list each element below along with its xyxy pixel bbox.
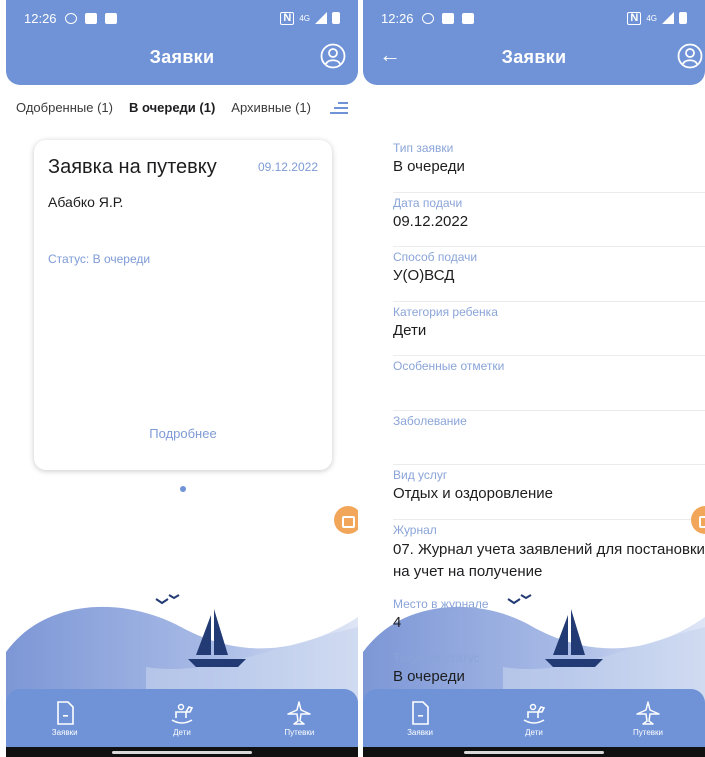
image-status-icon (104, 12, 117, 24)
status-bar: 12:26 N 4G (381, 9, 687, 27)
page-title: Заявки (149, 47, 215, 67)
network-type: 4G (299, 13, 310, 23)
signal-icon (662, 12, 674, 24)
applications-list-screen: 12:26 N 4G Заявки Одобренные (1) В очере… (6, 0, 358, 757)
airplane-icon (287, 700, 312, 725)
nav-label: Путевки (633, 727, 663, 737)
field-label: Заболевание (393, 413, 467, 428)
field-value: 4 (393, 613, 402, 631)
bottom-navigation: Заявки Дети Путевки (363, 689, 705, 747)
field-special-notes: Особенные отметки (393, 356, 705, 411)
nfc-icon: N (280, 11, 295, 25)
nav-label: Заявки (407, 727, 433, 737)
status-time: 12:26 (381, 10, 414, 26)
nav-applications[interactable]: Заявки (20, 700, 110, 737)
card-title: Заявка на путевку (48, 156, 217, 178)
shield-status-icon (421, 12, 434, 24)
nav-label: Путевки (284, 727, 315, 737)
details-list: Тип заявки В очереди Дата подачи 09.12.2… (393, 138, 705, 703)
video-status-icon (84, 12, 97, 24)
field-value: В очереди (393, 158, 465, 175)
profile-icon[interactable] (677, 43, 703, 69)
bottom-navigation: Заявки Дети Путевки (6, 689, 358, 747)
signal-icon (315, 12, 327, 24)
field-label: Способ подачи (393, 250, 478, 264)
floating-chat-button[interactable] (334, 506, 358, 534)
field-submission-method: Способ подачи У(О)ВСД (393, 247, 705, 302)
field-service-type: Вид услуг Отдых и оздоровление (393, 465, 705, 520)
field-request-type: Тип заявки В очереди (393, 138, 705, 193)
field-value: Отдых и оздоровление (393, 485, 554, 502)
field-child-category: Категория ребенка Дети (393, 302, 705, 356)
rocking-horse-icon (171, 703, 194, 724)
nav-children[interactable]: Дети (137, 700, 227, 737)
pager-dot (180, 486, 186, 492)
field-submission-date: Дата подачи 09.12.2022 (393, 193, 705, 247)
field-label: Особенные отметки (393, 359, 505, 373)
nav-vouchers[interactable]: Путевки (254, 700, 344, 737)
app-header: 12:26 N 4G Заявки (6, 0, 358, 85)
home-indicator[interactable] (112, 751, 252, 754)
applicant-name: Абабко Я.Р. (48, 194, 124, 210)
document-icon (412, 700, 429, 725)
application-details-screen: 12:26 N 4G ← Заявки Тип заявки В очереди… (363, 0, 705, 757)
application-card[interactable]: Заявка на путевку 09.12.2022 Абабко Я.Р.… (34, 140, 332, 470)
app-header: 12:26 N 4G ← Заявки (363, 0, 705, 85)
nav-label: Заявки (51, 727, 78, 737)
field-value: В очереди (393, 668, 465, 685)
battery-icon (332, 12, 340, 24)
field-label: Текущий статус (393, 651, 480, 665)
card-status: Статус: В очереди (48, 252, 151, 266)
nav-children[interactable]: Дети (489, 700, 579, 737)
field-label: Категория ребенка (393, 304, 498, 319)
nav-label: Дети (173, 727, 191, 737)
nav-vouchers[interactable]: Путевки (603, 700, 693, 737)
document-icon (56, 700, 74, 725)
field-journal-position: Место в журнале 4 (393, 594, 705, 649)
field-label: Вид услуг (393, 468, 448, 482)
status-tabs: Одобренные (1) В очереди (1) Архивные (1… (16, 100, 348, 115)
system-nav-bar (6, 747, 358, 757)
status-time: 12:26 (24, 10, 57, 26)
field-value: У(О)ВСД (393, 267, 455, 284)
field-journal: Журнал 07. Журнал учета заявлений для по… (393, 520, 705, 594)
tab-archived[interactable]: Архивные (1) (231, 100, 311, 115)
tab-in-queue[interactable]: В очереди (1) (129, 100, 215, 115)
nfc-icon: N (627, 11, 642, 25)
battery-icon (679, 12, 687, 24)
field-label: Место в журнале (393, 596, 489, 611)
field-label: Тип заявки (393, 141, 454, 155)
status-bar: 12:26 N 4G (24, 9, 340, 27)
tab-approved[interactable]: Одобренные (1) (16, 100, 113, 115)
field-value: 07. Журнал учета заявлений для постановк… (393, 540, 705, 580)
system-nav-bar (363, 747, 705, 757)
card-date: 09.12.2022 (257, 160, 318, 174)
network-type: 4G (646, 13, 657, 23)
home-indicator[interactable] (464, 751, 604, 754)
field-label: Журнал (393, 522, 437, 537)
filter-menu-icon[interactable] (330, 102, 348, 114)
field-label: Дата подачи (393, 195, 463, 210)
nav-label: Дети (525, 727, 543, 737)
rocking-horse-icon (523, 703, 546, 724)
field-disease: Заболевание (393, 411, 705, 465)
airplane-icon (636, 700, 660, 725)
field-value: 09.12.2022 (393, 212, 469, 230)
image-status-icon (461, 12, 474, 24)
profile-icon[interactable] (320, 43, 346, 69)
shield-status-icon (64, 12, 77, 24)
video-status-icon (441, 12, 454, 24)
field-value: Дети (393, 321, 427, 339)
nav-applications[interactable]: Заявки (375, 700, 465, 737)
details-link[interactable]: Подробнее (34, 426, 332, 441)
page-title: Заявки (501, 47, 567, 67)
